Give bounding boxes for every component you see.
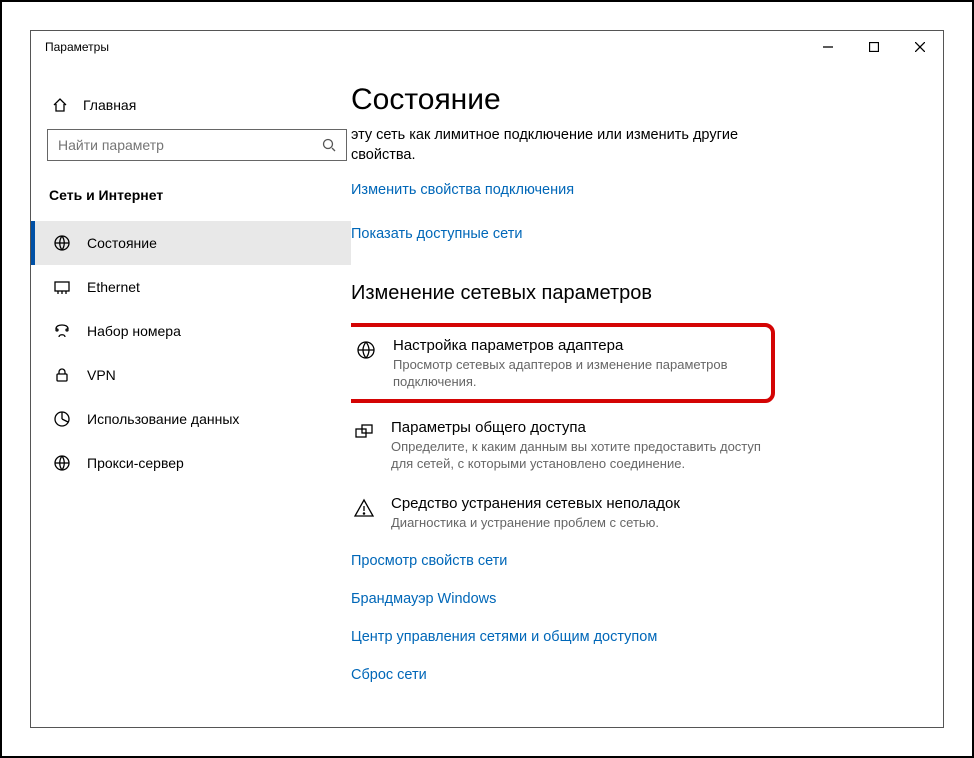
link-network-sharing-center[interactable]: Центр управления сетями и общим доступом (351, 629, 919, 645)
nav-item-label: Прокси-сервер (87, 455, 184, 471)
highlight-box: Настройка параметров адаптера Просмотр с… (351, 323, 775, 403)
nav-item-status[interactable]: Состояние (31, 221, 351, 265)
nav-item-proxy[interactable]: Прокси-сервер (31, 441, 351, 485)
warning-icon (351, 495, 377, 532)
link-change-connection-props[interactable]: Изменить свойства подключения (351, 182, 919, 198)
proxy-icon (53, 454, 71, 472)
minimize-button[interactable] (805, 31, 851, 63)
option-desc: Определите, к каким данным вы хотите пре… (391, 438, 771, 473)
section-label: Сеть и Интернет (31, 161, 351, 213)
sidebar: Главная Сеть и Интернет (31, 63, 351, 727)
nav-item-vpn[interactable]: VPN (31, 353, 351, 397)
nav-item-label: VPN (87, 367, 116, 383)
page-title: Состояние (351, 83, 919, 117)
close-button[interactable] (897, 31, 943, 63)
adapter-icon (353, 337, 379, 391)
maximize-button[interactable] (851, 31, 897, 63)
caption-buttons (805, 31, 943, 63)
titlebar: Параметры (31, 31, 943, 63)
option-desc: Просмотр сетевых адаптеров и изменение п… (393, 356, 763, 391)
option-troubleshoot[interactable]: Средство устранения сетевых неполадок Ди… (351, 495, 771, 532)
home-button[interactable]: Главная (31, 91, 351, 119)
nav-list: Состояние Ethernet Набор номера (31, 221, 351, 485)
ethernet-icon (53, 278, 71, 296)
datausage-icon (53, 410, 71, 428)
settings-window: Параметры Главная (30, 30, 944, 728)
dialup-icon (53, 322, 71, 340)
option-title: Настройка параметров адаптера (393, 337, 763, 354)
sharing-icon (351, 419, 377, 473)
option-adapter-settings[interactable]: Настройка параметров адаптера Просмотр с… (353, 337, 763, 391)
subheader-change-network-params: Изменение сетевых параметров (351, 282, 919, 305)
home-icon (51, 97, 69, 113)
nav-item-ethernet[interactable]: Ethernet (31, 265, 351, 309)
nav-item-datausage[interactable]: Использование данных (31, 397, 351, 441)
option-title: Средство устранения сетевых неполадок (391, 495, 771, 512)
search-box[interactable] (47, 129, 347, 161)
nav-item-label: Состояние (87, 235, 157, 251)
search-input[interactable] (48, 137, 312, 153)
link-network-reset[interactable]: Сброс сети (351, 667, 919, 683)
status-icon (53, 234, 71, 252)
option-desc: Диагностика и устранение проблем с сетью… (391, 514, 771, 532)
nav-item-label: Использование данных (87, 411, 239, 427)
vpn-icon (53, 366, 71, 384)
nav-item-label: Ethernet (87, 279, 140, 295)
content-area: Состояние эту сеть как лимитное подключе… (351, 63, 943, 727)
search-icon (312, 138, 346, 152)
option-title: Параметры общего доступа (391, 419, 771, 436)
window-title: Параметры (45, 40, 109, 54)
link-show-available-networks[interactable]: Показать доступные сети (351, 226, 919, 242)
link-windows-firewall[interactable]: Брандмауэр Windows (351, 591, 919, 607)
intro-text: эту сеть как лимитное подключение или из… (351, 125, 771, 166)
home-label: Главная (83, 97, 136, 113)
nav-item-dialup[interactable]: Набор номера (31, 309, 351, 353)
option-sharing-params[interactable]: Параметры общего доступа Определите, к к… (351, 419, 771, 473)
link-view-network-props[interactable]: Просмотр свойств сети (351, 553, 919, 569)
nav-item-label: Набор номера (87, 323, 181, 339)
